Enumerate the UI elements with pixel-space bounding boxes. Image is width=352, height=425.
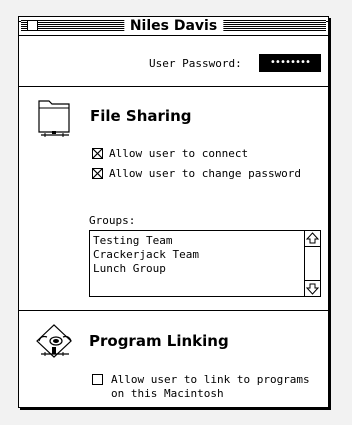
list-item[interactable]: Lunch Group [93, 262, 166, 275]
allow-change-password-label[interactable]: Allow user to change password [109, 167, 301, 180]
allow-link-label-line1[interactable]: Allow user to link to programs [111, 373, 310, 386]
allow-connect-label[interactable]: Allow user to connect [109, 147, 248, 160]
program-linking-icon [36, 324, 72, 358]
groups-list[interactable]: Testing Team Crackerjack Team Lunch Grou… [89, 230, 321, 297]
scroll-down-button[interactable] [305, 280, 320, 296]
allow-connect-checkbox[interactable] [92, 148, 103, 159]
divider-top [19, 86, 328, 87]
file-sharing-title: File Sharing [90, 107, 192, 125]
list-item[interactable]: Testing Team [93, 234, 172, 247]
allow-change-password-checkbox[interactable] [92, 168, 103, 179]
close-box[interactable] [27, 20, 38, 31]
allow-link-label-line2[interactable]: on this Macintosh [111, 387, 224, 400]
scroll-up-button[interactable] [305, 231, 320, 247]
password-label: User Password: [149, 57, 242, 70]
window-title: Niles Davis [123, 18, 224, 34]
user-window: Niles Davis User Password: •••••••• File… [18, 16, 329, 408]
checkmark-x-icon [92, 168, 103, 179]
groups-label: Groups: [89, 214, 136, 227]
password-field[interactable]: •••••••• [259, 54, 321, 72]
divider-bottom [19, 310, 328, 311]
checkmark-x-icon [92, 148, 103, 159]
list-item[interactable]: Crackerjack Team [93, 248, 199, 261]
allow-link-checkbox[interactable] [92, 374, 103, 385]
folder-share-icon [38, 100, 70, 137]
arrow-down-icon [305, 283, 320, 295]
title-bar[interactable]: Niles Davis [19, 17, 328, 36]
program-linking-title: Program Linking [89, 332, 229, 350]
groups-scrollbar[interactable] [304, 231, 320, 296]
arrow-up-icon [305, 232, 320, 244]
